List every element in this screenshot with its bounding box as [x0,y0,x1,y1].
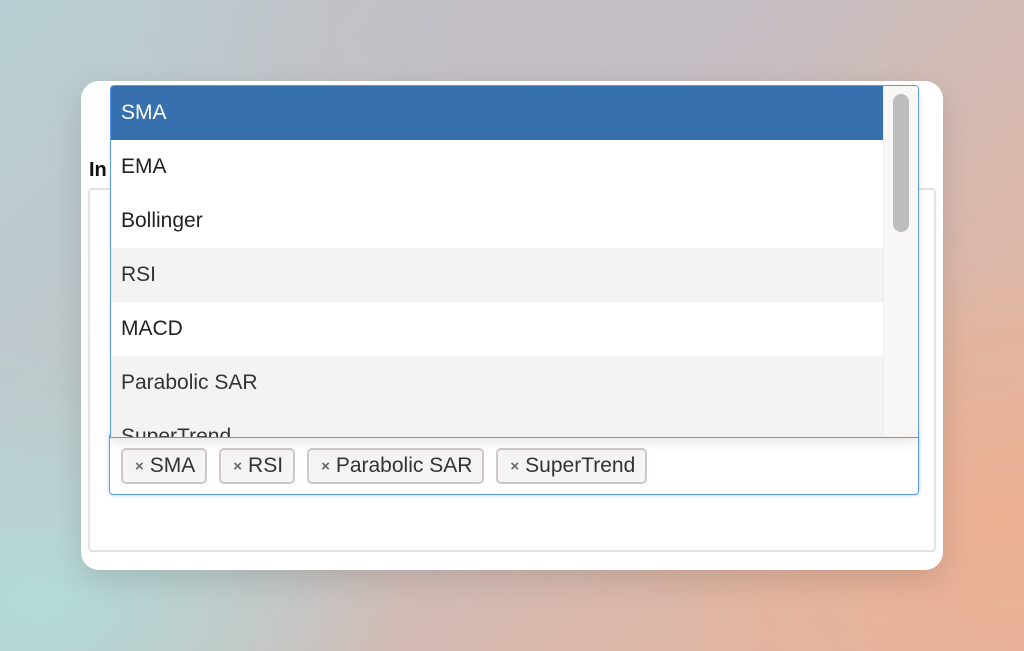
chip-label: SMA [149,454,196,477]
remove-chip-icon[interactable]: × [510,458,519,475]
remove-chip-icon[interactable]: × [233,458,242,475]
selected-chips: × SMA × RSI × Parabolic SAR × SuperTrend [121,448,648,484]
option-rsi[interactable]: RSI [111,248,884,302]
dropdown-scrollbar[interactable] [883,86,918,437]
selected-chip: × Parabolic SAR [307,448,485,484]
selected-chip: × RSI [219,448,296,484]
option-supertrend[interactable]: SuperTrend [111,410,884,437]
chip-label: SuperTrend [525,454,636,477]
multi-select-input[interactable]: × SMA × RSI × Parabolic SAR × SuperTrend [109,433,919,495]
remove-chip-icon[interactable]: × [321,458,330,475]
chip-label: RSI [248,454,284,477]
option-bollinger[interactable]: Bollinger [111,194,884,248]
remove-chip-icon[interactable]: × [135,458,144,475]
option-parabolic-sar[interactable]: Parabolic SAR [111,356,884,410]
option-sma[interactable]: SMA [111,86,884,140]
selected-chip: × SuperTrend [496,448,648,484]
chip-label: Parabolic SAR [335,454,473,477]
field-label: In [89,159,107,181]
dropdown-options-list[interactable]: SMA EMA Bollinger RSI MACD Parabolic SAR… [110,85,919,438]
option-ema[interactable]: EMA [111,140,884,194]
options-container: SMA EMA Bollinger RSI MACD Parabolic SAR… [111,86,884,437]
selected-chip: × SMA [121,448,208,484]
option-macd[interactable]: MACD [111,302,884,356]
scrollbar-thumb[interactable] [893,94,909,232]
